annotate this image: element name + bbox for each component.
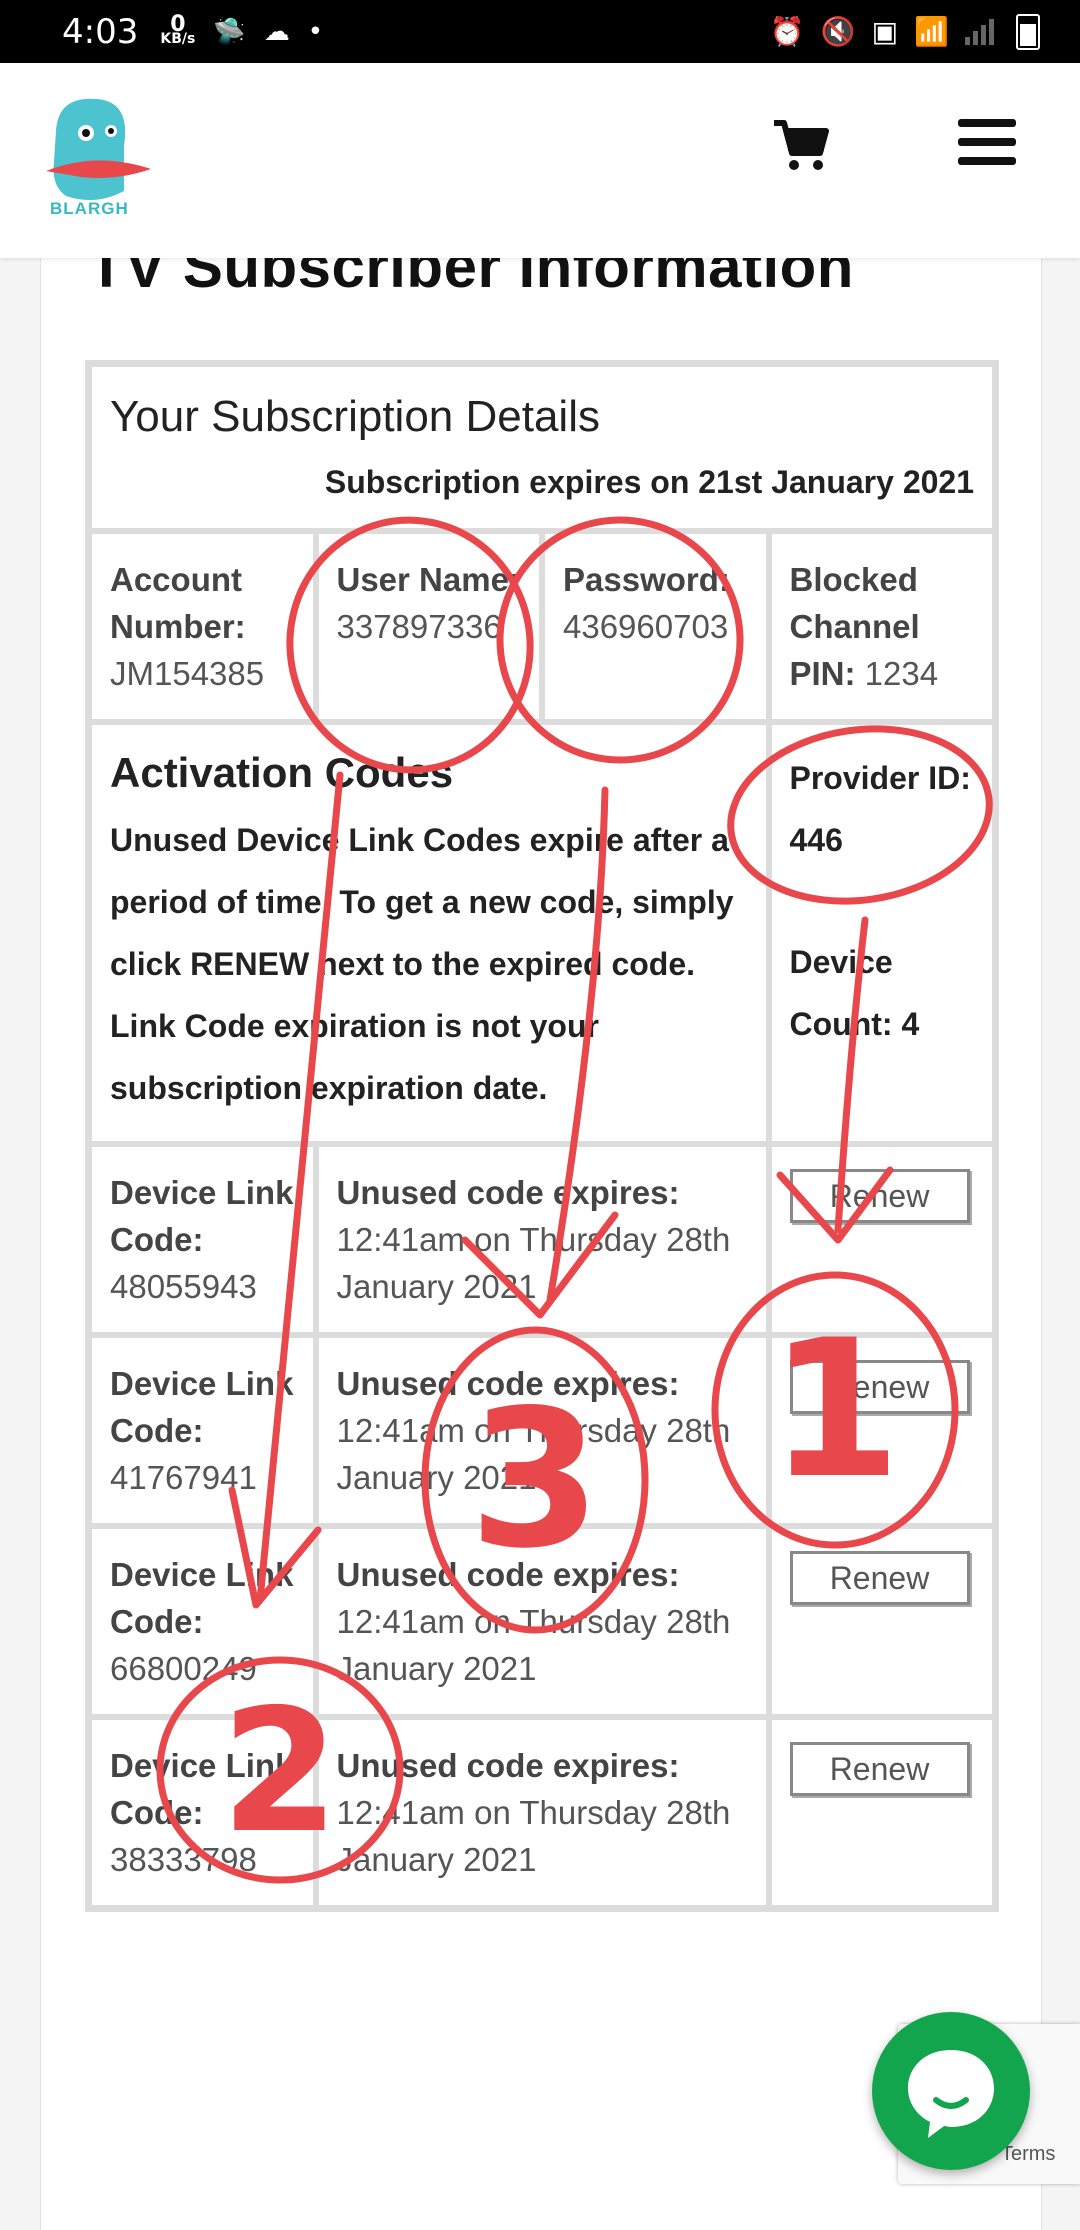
device-code-cell: Device Link Code: 48055943 — [89, 1144, 316, 1335]
provider-value: 446 — [789, 822, 843, 858]
device-code-label: Device Link Code: — [110, 1556, 294, 1640]
cart-icon[interactable] — [770, 115, 830, 175]
renew-cell: Renew — [768, 1717, 995, 1908]
table-row: Device Link Code: 38333798 Unused code e… — [89, 1717, 995, 1908]
speed-value: 0 — [170, 11, 186, 37]
ufo-icon: 🛸 — [213, 16, 246, 47]
activation-cell: Activation Codes Unused Device Link Code… — [89, 722, 769, 1144]
renew-button[interactable]: Renew — [789, 1551, 970, 1605]
wifi-icon: 📶 — [914, 15, 949, 48]
user-value: 337897336 — [336, 608, 502, 645]
menu-icon[interactable] — [958, 119, 1016, 167]
activation-text: Unused Device Link Codes expire after a … — [110, 822, 734, 1106]
expires-value: 12:41am on Thursday 28th January 2021 — [336, 1221, 731, 1305]
device-code-value: 41767941 — [110, 1459, 257, 1496]
network-speed: 0 KB/s — [160, 11, 196, 47]
activation-heading: Activation Codes — [110, 749, 454, 796]
logo-text: BLARGH — [50, 199, 129, 218]
device-expiry-cell: Unused code expires: 12:41am on Thursday… — [315, 1335, 769, 1526]
renew-button[interactable]: Renew — [789, 1742, 970, 1796]
renew-cell: Renew — [768, 1144, 995, 1335]
signal-icon — [965, 18, 994, 45]
device-count-value: 4 — [901, 1006, 920, 1042]
table-row: Device Link Code: 41767941 Unused code e… — [89, 1335, 995, 1526]
expires-label: Unused code expires: — [336, 1174, 680, 1211]
device-code-label: Device Link Code: — [110, 1747, 294, 1831]
expires-value: 12:41am on Thursday 28th January 2021 — [336, 1794, 731, 1878]
pin-cell: Blocked Channel PIN: 1234 — [768, 531, 995, 722]
dot-icon: • — [307, 16, 324, 47]
provider-cell: Provider ID: 446 Device Count: 4 — [768, 722, 995, 1144]
clock: 4:03 — [62, 11, 139, 52]
chat-icon — [908, 2050, 994, 2138]
subscription-expiry: Subscription expires on 21st January 202… — [324, 464, 974, 500]
expires-label: Unused code expires: — [336, 1556, 680, 1593]
device-count: Device Count: 4 — [790, 931, 975, 1055]
expires-value: 12:41am on Thursday 28th January 2021 — [336, 1412, 731, 1496]
device-code-value: 66800249 — [110, 1650, 257, 1687]
device-code-cell: Device Link Code: 66800249 — [89, 1526, 316, 1717]
renew-button[interactable]: Renew — [789, 1360, 970, 1414]
device-expiry-cell: Unused code expires: 12:41am on Thursday… — [315, 1717, 769, 1908]
device-code-label: Device Link Code: — [110, 1365, 294, 1449]
device-count-label: Device Count: — [789, 944, 893, 1042]
chat-button[interactable] — [872, 2012, 1030, 2170]
battery-icon — [1016, 13, 1040, 50]
device-expiry-cell: Unused code expires: 12:41am on Thursday… — [315, 1526, 769, 1717]
table-row: Device Link Code: 48055943 Unused code e… — [89, 1144, 995, 1335]
expires-value: 12:41am on Thursday 28th January 2021 — [336, 1603, 731, 1687]
pin-value: 1234 — [864, 655, 939, 692]
provider-id: Provider ID: 446 — [790, 747, 975, 871]
expires-label: Unused code expires: — [336, 1365, 680, 1402]
renew-cell: Renew — [768, 1335, 995, 1526]
subscription-table: Your Subscription Details Subscription e… — [85, 360, 999, 1912]
mute-icon: 🔇 — [820, 15, 856, 48]
subscription-heading: Your Subscription Details — [110, 392, 600, 441]
site-header: BLARGH — [0, 63, 1080, 258]
device-code-label: Device Link Code: — [110, 1174, 294, 1258]
device-code-value: 48055943 — [110, 1268, 257, 1305]
device-code-value: 38333798 — [110, 1841, 257, 1878]
expires-label: Unused code expires: — [336, 1747, 680, 1784]
speed-unit: KB/s — [160, 30, 196, 47]
user-cell: User Name: 337897336 — [315, 531, 542, 722]
provider-label: Provider ID: — [789, 760, 971, 796]
table-row: Device Link Code: 66800249 Unused code e… — [89, 1526, 995, 1717]
subscription-header-cell: Your Subscription Details Subscription e… — [89, 364, 995, 531]
status-bar: 4:03 0 KB/s 🛸 ☁ • ⏰ 🔇 ▣ 📶 — [0, 0, 1080, 63]
storage-icon: ▣ — [871, 15, 899, 48]
user-label: User Name: — [336, 561, 520, 598]
cloud-icon: ☁ — [263, 16, 290, 47]
account-value: JM154385 — [110, 655, 265, 692]
account-cell: Account Number: JM154385 — [89, 531, 316, 722]
renew-button[interactable]: Renew — [789, 1169, 970, 1223]
password-label: Password: — [563, 561, 730, 598]
renew-cell: Renew — [768, 1526, 995, 1717]
device-expiry-cell: Unused code expires: 12:41am on Thursday… — [315, 1144, 769, 1335]
device-code-cell: Device Link Code: 41767941 — [89, 1335, 316, 1526]
alarm-icon: ⏰ — [769, 15, 805, 48]
password-cell: Password: 436960703 — [542, 531, 769, 722]
device-code-cell: Device Link Code: 38333798 — [89, 1717, 316, 1908]
account-label: Account Number: — [110, 561, 246, 645]
password-value: 436960703 — [563, 608, 729, 645]
